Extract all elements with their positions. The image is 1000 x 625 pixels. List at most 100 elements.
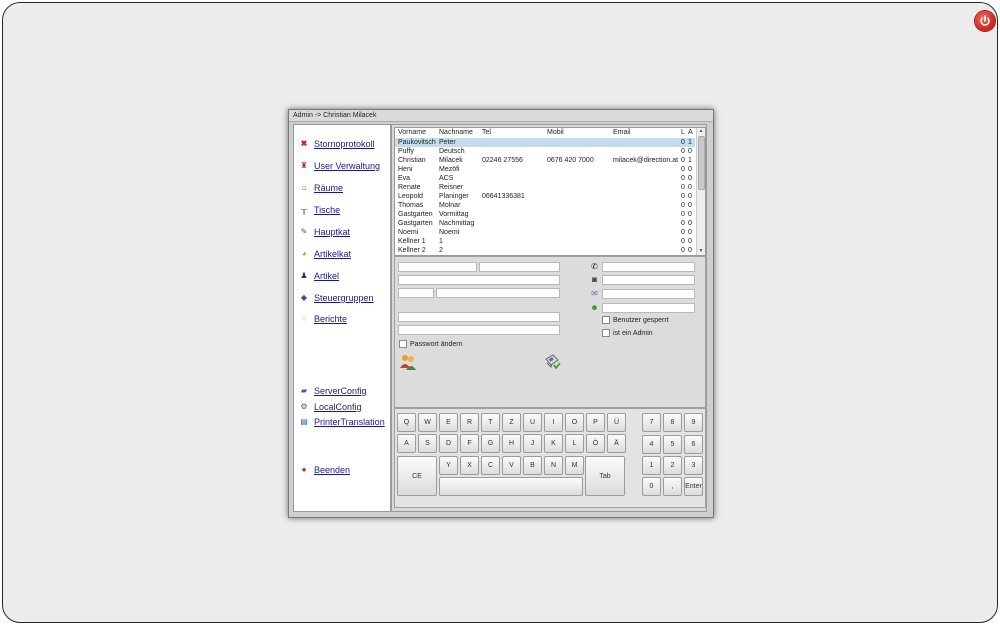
key-letter[interactable]: I <box>544 413 563 432</box>
key-space[interactable] <box>439 477 583 496</box>
key-letter[interactable]: L <box>565 434 584 453</box>
column-header-a[interactable]: A <box>688 128 693 137</box>
key-number[interactable]: 3 <box>684 456 703 475</box>
sidebar-item-artikel[interactable]: ♟ Artikel <box>299 270 339 282</box>
table-row[interactable]: Renate Reisner 0 0 <box>395 183 695 192</box>
table-row[interactable]: Leopold Planinger 06641336381 0 0 <box>395 192 695 201</box>
key-number[interactable]: 2 <box>663 456 682 475</box>
key-letter[interactable]: P <box>586 413 605 432</box>
key-number[interactable]: 9 <box>684 413 703 432</box>
key-number[interactable]: 1 <box>642 456 661 475</box>
key-letter[interactable]: J <box>523 434 542 453</box>
key-ce[interactable]: CE <box>397 456 437 496</box>
key-letter[interactable]: R <box>460 413 479 432</box>
table-row[interactable]: Thomas Molnar 0 0 <box>395 201 695 210</box>
user-locked-checkbox[interactable]: Benutzer gesperrt <box>602 316 669 324</box>
table-row[interactable]: Gastgarten Vormittag 0 0 <box>395 210 695 219</box>
table-row[interactable]: Noemi Noemi 0 0 <box>395 228 695 237</box>
key-number[interactable]: 4 <box>642 434 661 454</box>
sidebar-item-hauptkat[interactable]: ✎ Hauptkat <box>299 226 350 238</box>
key-letter[interactable]: U <box>523 413 542 432</box>
sidebar-item-artikelkat[interactable]: ◕ Artikelkat <box>299 248 351 260</box>
email-input[interactable] <box>602 289 695 299</box>
zip-input[interactable] <box>398 288 434 298</box>
address-input[interactable] <box>398 275 560 285</box>
scroll-down-icon[interactable]: ▼ <box>697 248 705 255</box>
first-name-input[interactable] <box>398 262 477 272</box>
table-scrollbar[interactable]: ▲ ▼ <box>696 128 705 255</box>
key-letter[interactable]: E <box>439 413 458 432</box>
key-enter[interactable]: Enter <box>684 477 703 496</box>
scroll-up-icon[interactable]: ▲ <box>697 128 705 135</box>
key-0[interactable]: 0 <box>642 477 661 496</box>
key-letter[interactable]: K <box>544 434 563 453</box>
key-letter[interactable]: S <box>418 434 437 453</box>
sidebar-item-localconfig[interactable]: ⚙ LocalConfig <box>299 401 361 413</box>
checkbox-box[interactable] <box>602 329 610 337</box>
sidebar-item-stornoprotokoll[interactable]: ✖ Stornoprotokoll <box>299 138 375 150</box>
key-letter[interactable]: G <box>481 434 500 453</box>
key-letter[interactable]: Z <box>502 413 521 432</box>
password-change-checkbox[interactable]: Passwort ändern <box>399 340 463 348</box>
column-header-vorname[interactable]: Vorname <box>398 128 426 137</box>
column-header-email[interactable]: Email <box>613 128 631 137</box>
sidebar-item-raeume[interactable]: ⌂ Räume <box>299 182 343 194</box>
city-input[interactable] <box>436 288 560 298</box>
key-letter[interactable]: D <box>439 434 458 453</box>
table-row[interactable]: Christian Milacek 02246 27556 0676 420 7000… <box>395 156 695 165</box>
column-header-tel[interactable]: Tel <box>482 128 491 137</box>
key-tab[interactable]: Tab <box>585 456 625 496</box>
checkbox-box[interactable] <box>399 340 407 348</box>
key-letter[interactable]: C <box>481 456 500 475</box>
key-letter[interactable]: N <box>544 456 563 475</box>
table-row[interactable]: Gastgarten Nachmittag 0 0 <box>395 219 695 228</box>
checkbox-box[interactable] <box>602 316 610 324</box>
column-header-nachname[interactable]: Nachname <box>439 128 473 137</box>
key-letter[interactable]: H <box>502 434 521 453</box>
column-header-l[interactable]: L <box>681 128 685 137</box>
key-letter[interactable]: M <box>565 456 584 475</box>
key-number[interactable]: 8 <box>663 413 682 432</box>
sidebar-item-tische[interactable]: ╥ Tische <box>299 204 340 216</box>
table-row[interactable]: Heni Mezöfi 0 0 <box>395 165 695 174</box>
key-letter[interactable]: F <box>460 434 479 453</box>
key-letter[interactable]: T <box>481 413 500 432</box>
key-letter[interactable]: Ö <box>586 434 605 453</box>
key-comma[interactable]: , <box>663 477 682 496</box>
password-input[interactable] <box>398 325 560 335</box>
key-letter[interactable]: W <box>418 413 437 432</box>
sidebar-item-beenden[interactable]: ● Beenden <box>299 464 350 476</box>
key-letter[interactable]: B <box>523 456 542 475</box>
key-letter[interactable]: Y <box>439 456 458 475</box>
key-number[interactable]: 5 <box>663 434 682 454</box>
key-number[interactable]: 6 <box>684 434 703 454</box>
extra-input[interactable] <box>602 303 695 313</box>
is-admin-checkbox[interactable]: ist ein Admin <box>602 329 653 337</box>
table-row[interactable]: Kellner 2 2 00 <box>395 246 695 255</box>
mobile-input[interactable] <box>602 275 695 285</box>
table-row[interactable]: Puffy Deutsch 0 0 <box>395 147 695 156</box>
table-row[interactable]: Eva ACS 0 0 <box>395 174 695 183</box>
phone-input[interactable] <box>602 262 695 272</box>
table-row[interactable]: Kellner 1 1 00 <box>395 237 695 246</box>
sidebar-item-user-verwaltung[interactable]: ♜ User Verwaltung <box>299 160 380 172</box>
key-letter[interactable]: Ä <box>607 434 626 453</box>
sidebar-item-steuergruppen[interactable]: ◆ Steuergruppen <box>299 292 374 304</box>
key-letter[interactable]: X <box>460 456 479 475</box>
sidebar-item-printertranslation[interactable]: ▤ PrinterTranslation <box>299 416 384 428</box>
save-disk-icon[interactable] <box>543 353 561 371</box>
key-number[interactable]: 7 <box>642 413 661 432</box>
sidebar-item-serverconfig[interactable]: ▰ ServerConfig <box>299 385 367 397</box>
sidebar-item-berichte[interactable]: ◌ Berichte <box>299 313 347 325</box>
key-letter[interactable]: Ü <box>607 413 626 432</box>
column-header-mobil[interactable]: Mobil <box>547 128 564 137</box>
power-icon[interactable] <box>975 11 995 31</box>
last-name-input[interactable] <box>479 262 560 272</box>
key-letter[interactable]: A <box>397 434 416 453</box>
users-icon[interactable] <box>399 353 417 371</box>
username-input[interactable] <box>398 312 560 322</box>
key-letter[interactable]: O <box>565 413 584 432</box>
key-letter[interactable]: Q <box>397 413 416 432</box>
key-letter[interactable]: V <box>502 456 521 475</box>
table-row[interactable]: Paukovitsch Peter 0 1 <box>395 138 695 147</box>
